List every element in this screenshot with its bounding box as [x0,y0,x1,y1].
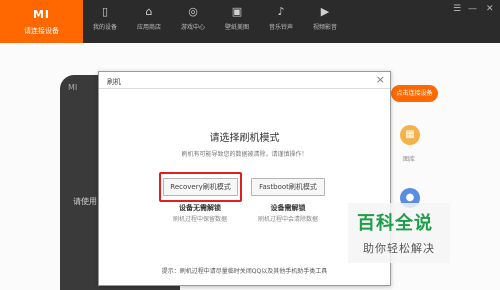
dialog-warning: 刷机有可能导致您的数据被清除，请谨慎操作！ [181,151,308,158]
dialog-tip: 提示：刷机过程中请尽量临时关闭QQ以及其他手机助手类工具 [161,268,328,275]
gallery-icon[interactable]: ▦ [400,125,420,145]
nav-my-device[interactable]: ▯ 我的设备 [83,0,127,43]
dialog-heading: 请选择刷机模式 [209,133,280,144]
music-icon: ♪ [277,5,285,18]
recovery-option-desc: 刷机过程中保留数据 [172,216,227,223]
nav-app-store[interactable]: ⌂ 应用商店 [127,0,171,43]
menu-icon[interactable]: ☰ [453,4,461,14]
phone-status-text: MI [68,83,78,92]
mi-logo: MI [32,8,51,21]
recovery-option-title: 设备无需解锁 [179,204,221,212]
connect-device-button[interactable]: 点击连接设备 [391,85,438,102]
fastboot-option-title: 设备需解锁 [270,204,306,212]
fastboot-mode-button[interactable]: Fastboot刷机模式 [251,178,325,196]
phone-hint-text: 请使用 [73,197,97,206]
divider [99,88,390,89]
nav-video[interactable]: ▶ 视频影音 [303,0,347,43]
store-icon: ⌂ [145,5,153,18]
nav-label: 游戏中心 [180,24,205,31]
nav-game-center[interactable]: ◎ 游戏中心 [171,0,215,43]
video-icon: ▶ [320,5,330,18]
fastboot-option-desc: 刷机过程中会清除数据 [257,216,318,223]
dialog-title: 刷机 [107,78,121,86]
gamepad-icon: ◎ [188,5,198,18]
recovery-mode-button[interactable]: Recovery刷机模式 [163,178,238,196]
watermark-subtitle: 助你轻松解决 [363,242,435,255]
minimize-icon[interactable]: — [468,4,477,14]
nav-label: 壁纸美图 [224,24,249,31]
gallery-label: 图库 [403,156,416,163]
phone-icon: ▯ [101,5,109,18]
dialog-close-icon[interactable]: × [376,73,385,86]
nav-label: 视频影音 [312,24,337,31]
nav-label: 我的设备 [92,24,117,31]
watermark-title: 百科全说 [357,213,433,234]
nav-label: 应用商店 [136,24,161,31]
top-toolbar: MI 请连接设备 ▯ 我的设备 ⌂ 应用商店 ◎ 游戏中心 ▣ 壁纸美图 ♪ 音… [0,0,500,43]
brand-connect-device[interactable]: MI 请连接设备 [0,0,83,43]
nav-label: 音乐铃声 [268,24,293,31]
image-icon: ▣ [231,5,243,18]
close-icon[interactable]: ✕ [486,4,494,14]
nav-wallpapers[interactable]: ▣ 壁纸美图 [215,0,259,43]
connect-device-label: 请连接设备 [24,27,59,35]
nav-music-ringtones[interactable]: ♪ 音乐铃声 [259,0,303,43]
